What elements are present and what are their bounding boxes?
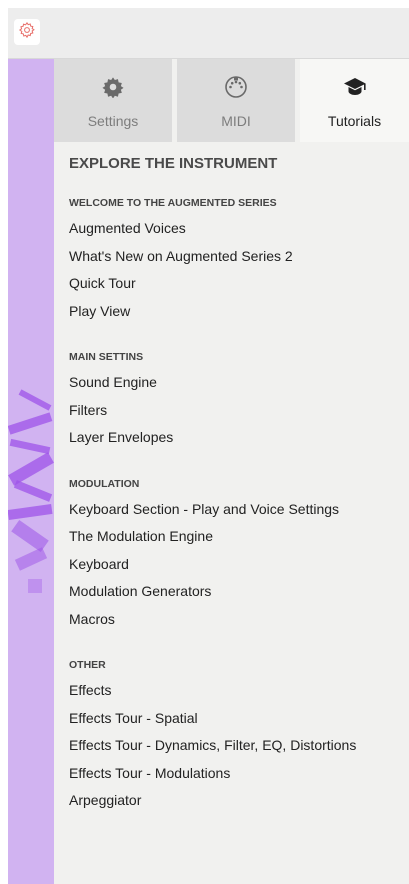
tab-midi[interactable]: MIDI [177, 59, 295, 142]
tab-tutorials-label: Tutorials [327, 113, 382, 129]
tutorial-item[interactable]: Sound Engine [69, 369, 404, 397]
tutorial-item[interactable]: Filters [69, 397, 404, 425]
section-heading: WELCOME TO THE AUGMENTED SERIES [69, 197, 277, 209]
panel-title: EXPLORE THE INSTRUMENT [69, 155, 278, 172]
tab-bar: Settings MIDI Tutorials [54, 59, 409, 142]
art-shard [8, 412, 53, 435]
gear-icon [102, 75, 124, 99]
tutorial-item[interactable]: Arpeggiator [69, 787, 404, 815]
tutorial-item[interactable]: Keyboard Section - Play and Voice Settin… [69, 496, 404, 524]
tutorial-item[interactable]: Layer Envelopes [69, 424, 404, 452]
tutorial-item[interactable]: The Modulation Engine [69, 523, 404, 551]
art-shard [13, 480, 53, 502]
tutorials-list: EXPLORE THE INSTRUMENT WELCOME TO THE AU… [69, 154, 404, 815]
midi-connector-icon [224, 75, 248, 99]
graduation-cap-icon [343, 75, 367, 99]
top-toolbar [8, 8, 409, 59]
section-other: OTHER Effects Effects Tour - Spatial Eff… [69, 657, 404, 815]
art-shard [9, 438, 51, 455]
settings-button[interactable] [14, 19, 40, 45]
tutorial-item[interactable]: Keyboard [69, 551, 404, 579]
art-shard [8, 503, 53, 521]
instrument-artwork [8, 59, 54, 884]
tutorial-item[interactable]: Effects [69, 677, 404, 705]
section-modulation: MODULATION Keyboard Section - Play and V… [69, 476, 404, 634]
section-heading: MODULATION [69, 477, 140, 490]
tab-settings[interactable]: Settings [54, 59, 172, 142]
tutorial-item[interactable]: Play View [69, 298, 404, 326]
art-shard [14, 547, 48, 571]
tutorial-item[interactable]: Effects Tour - Spatial [69, 705, 404, 733]
tab-tutorials[interactable]: Tutorials [300, 59, 409, 142]
art-shard [28, 579, 42, 593]
tutorial-item[interactable]: What's New on Augmented Series 2 [69, 243, 404, 271]
tutorial-item[interactable]: Macros [69, 606, 404, 634]
section-heading: OTHER [69, 659, 106, 671]
side-panel: Settings MIDI Tutorials EXPLORE THE INST… [54, 59, 409, 884]
section-welcome: WELCOME TO THE AUGMENTED SERIES Augmente… [69, 195, 404, 325]
art-shard [18, 389, 52, 411]
art-shard [11, 519, 49, 553]
section-heading: MAIN SETTINS [69, 351, 144, 363]
section-main-settings: MAIN SETTINS Sound Engine Filters Layer … [69, 349, 404, 452]
tutorial-item[interactable]: Effects Tour - Modulations [69, 760, 404, 788]
tutorial-item[interactable]: Modulation Generators [69, 578, 404, 606]
tab-settings-label: Settings [87, 113, 139, 129]
tutorial-item[interactable]: Quick Tour [69, 270, 404, 298]
tutorial-item[interactable]: Augmented Voices [69, 215, 404, 243]
tutorial-item[interactable]: Effects Tour - Dynamics, Filter, EQ, Dis… [69, 732, 404, 760]
tab-midi-label: MIDI [221, 113, 251, 129]
gear-icon [18, 21, 36, 44]
art-shard [8, 452, 54, 486]
